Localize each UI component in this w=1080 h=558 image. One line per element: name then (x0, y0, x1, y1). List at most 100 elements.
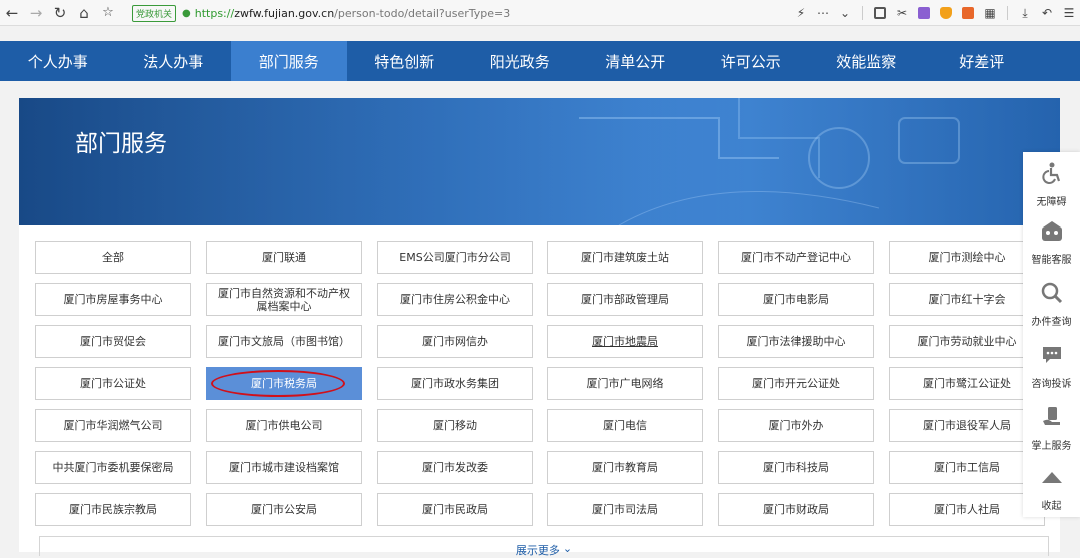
reload-icon[interactable]: ↻ (48, 0, 72, 26)
department-item[interactable]: 厦门市开元公证处 (718, 367, 874, 400)
favorites-icon[interactable]: ☆ (96, 0, 120, 26)
department-item[interactable]: 厦门市公证处 (35, 367, 191, 400)
nav-department-services[interactable]: 部门服务 (231, 41, 347, 81)
department-item[interactable]: 厦门市退役军人局 (889, 409, 1045, 442)
nav-innovation[interactable]: 特色创新 (347, 41, 463, 81)
show-more-button[interactable]: 展示更多 ⌄ (39, 536, 1049, 557)
download-icon[interactable]: ⤓ (1014, 0, 1036, 26)
menu-icon[interactable]: ☰ (1058, 0, 1080, 26)
sidebar-accessibility[interactable]: 无障碍 (1023, 156, 1080, 208)
top-strip (0, 26, 1080, 41)
department-item[interactable]: 厦门市电影局 (718, 283, 874, 316)
department-item[interactable]: 厦门市测绘中心 (889, 241, 1045, 274)
department-item[interactable]: 厦门市住房公积金中心 (377, 283, 533, 316)
department-item[interactable]: 厦门市法律援助中心 (718, 325, 874, 358)
forward-icon[interactable]: → (24, 0, 48, 26)
browser-toolbar: ← → ↻ ⌂ ☆ 党政机关 ● https:// zwfw.fujian.go… (0, 0, 1080, 26)
floating-sidebar: 无障碍 智能客服 办件查询 咨询投诉 掌上服务 收起 (1023, 152, 1080, 517)
chevron-down-icon[interactable]: ⌄ (834, 0, 856, 26)
department-item[interactable]: 全部 (35, 241, 191, 274)
show-more-label: 展示更多 (515, 544, 560, 557)
department-item[interactable]: 厦门市政水务集团 (377, 367, 533, 400)
department-item[interactable]: 厦门市文旅局（市图书馆） (206, 325, 362, 358)
sidebar-case-query[interactable]: 办件查询 (1023, 276, 1080, 328)
lightning-icon[interactable]: ⚡ (790, 0, 812, 26)
main-nav: 个人办事 法人办事 部门服务 特色创新 阳光政务 清单公开 许可公示 效能监察 … (0, 41, 1080, 81)
department-item[interactable]: 厦门市自然资源和不动产权属档案中心 (206, 283, 362, 316)
sidebar-label: 掌上服务 (1031, 441, 1072, 452)
department-item[interactable]: 厦门市司法局 (547, 493, 703, 526)
department-item[interactable]: 厦门电信 (547, 409, 703, 442)
nav-legal-person[interactable]: 法人办事 (116, 41, 232, 81)
department-item[interactable]: 厦门市广电网络 (547, 367, 703, 400)
toolbar-divider (1007, 6, 1008, 20)
url-host: zwfw.fujian.gov.cn (234, 6, 335, 20)
department-item[interactable]: 厦门市民政局 (377, 493, 533, 526)
nav-efficiency-supervision[interactable]: 效能监察 (809, 41, 925, 81)
department-item[interactable]: 厦门市华润燃气公司 (35, 409, 191, 442)
department-item[interactable]: 厦门市发改委 (377, 451, 533, 484)
scissors-icon[interactable]: ✂ (891, 0, 913, 26)
department-item[interactable]: 厦门市人社局 (889, 493, 1045, 526)
wheelchair-icon (1039, 160, 1065, 186)
department-item[interactable]: 厦门市红十字会 (889, 283, 1045, 316)
collapse-up-icon (1039, 464, 1065, 490)
more-icon[interactable]: ⋯ (812, 0, 834, 26)
department-item[interactable]: 厦门市科技局 (718, 451, 874, 484)
sidebar-collapse[interactable]: 收起 (1023, 460, 1080, 512)
department-item[interactable]: 厦门市房屋事务中心 (35, 283, 191, 316)
sidebar-smart-service[interactable]: 智能客服 (1023, 214, 1080, 266)
sidebar-label: 办件查询 (1031, 317, 1072, 328)
url-path: /person-todo/detail?userType=3 (334, 6, 511, 20)
home-icon[interactable]: ⌂ (72, 0, 96, 26)
sidebar-consult-complaint[interactable]: 咨询投诉 (1023, 338, 1080, 390)
gov-badge: 党政机关 (132, 4, 177, 22)
department-item[interactable]: 厦门市财政局 (718, 493, 874, 526)
department-item[interactable]: EMS公司厦门市分公司 (377, 241, 533, 274)
department-item[interactable]: 厦门移动 (377, 409, 533, 442)
department-item[interactable]: 厦门市鹭江公证处 (889, 367, 1045, 400)
banner-decoration (19, 98, 1060, 225)
sidebar-mobile-service[interactable]: 掌上服务 (1023, 400, 1080, 452)
back-icon[interactable]: ← (0, 0, 24, 26)
department-item[interactable]: 厦门市贸促会 (35, 325, 191, 358)
nav-rating[interactable]: 好差评 (924, 41, 1040, 81)
nav-personal[interactable]: 个人办事 (0, 41, 116, 81)
banner-title: 部门服务 (75, 131, 167, 157)
department-item[interactable]: 厦门市部政管理局 (547, 283, 703, 316)
chevron-down-icon: ⌄ (562, 542, 573, 555)
url-scheme: https:// (194, 6, 235, 20)
nav-open-government[interactable]: 阳光政务 (462, 41, 578, 81)
shield-icon[interactable] (940, 7, 952, 19)
address-bar[interactable]: 党政机关 ● https:// zwfw.fujian.gov.cn /pers… (132, 3, 510, 23)
department-item[interactable]: 厦门市供电公司 (206, 409, 362, 442)
department-item[interactable]: 厦门市地震局 (547, 325, 703, 358)
department-item-selected[interactable]: 厦门市税务局 (206, 367, 362, 400)
department-item[interactable]: 厦门市不动产登记中心 (718, 241, 874, 274)
department-item[interactable]: 厦门市工信局 (889, 451, 1045, 484)
department-item[interactable]: 厦门市建筑废土站 (547, 241, 703, 274)
department-item[interactable]: 厦门市城市建设档案馆 (206, 451, 362, 484)
department-item[interactable]: 中共厦门市委机要保密局 (35, 451, 191, 484)
search-icon (1039, 280, 1065, 306)
sidebar-label: 咨询投诉 (1031, 379, 1072, 390)
hand-phone-icon (1039, 404, 1065, 430)
undo-icon[interactable]: ↶ (1036, 0, 1058, 26)
chat-icon (1039, 342, 1065, 368)
department-item[interactable]: 厦门市公安局 (206, 493, 362, 526)
robot-icon (1039, 218, 1065, 244)
apps-grid-icon[interactable]: ▦ (979, 0, 1001, 26)
page-banner: 部门服务 (19, 98, 1060, 225)
game-icon[interactable] (962, 7, 974, 19)
department-item[interactable]: 厦门市民族宗教局 (35, 493, 191, 526)
nav-list-disclosure[interactable]: 清单公开 (578, 41, 694, 81)
department-item[interactable]: 厦门市劳动就业中心 (889, 325, 1045, 358)
sidebar-label: 智能客服 (1031, 255, 1072, 266)
extension-purple-icon[interactable] (918, 7, 930, 19)
department-item[interactable]: 厦门市教育局 (547, 451, 703, 484)
department-item[interactable]: 厦门市网信办 (377, 325, 533, 358)
department-item[interactable]: 厦门联通 (206, 241, 362, 274)
window-icon[interactable] (874, 7, 886, 19)
nav-permit-notice[interactable]: 许可公示 (693, 41, 809, 81)
department-item[interactable]: 厦门市外办 (718, 409, 874, 442)
